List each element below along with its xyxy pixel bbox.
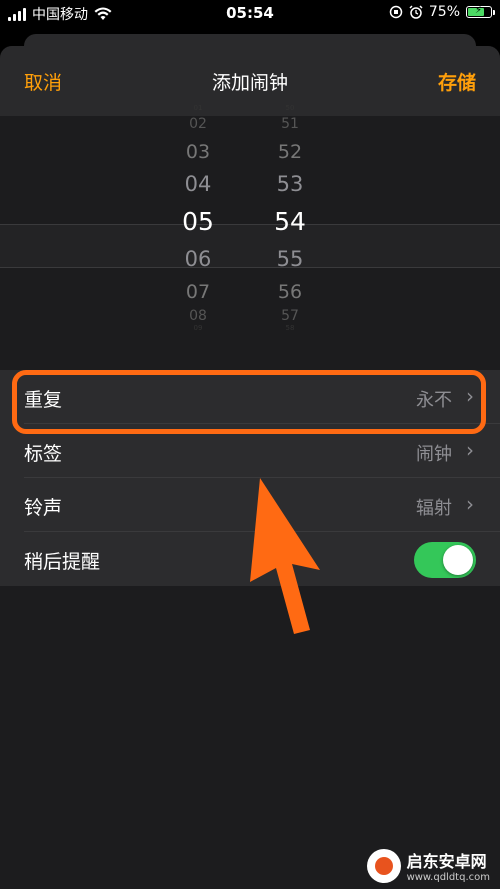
chevron-right-icon: › <box>466 492 474 516</box>
sound-label: 铃声 <box>24 497 63 519</box>
arrow-annotation-icon <box>250 478 320 634</box>
highlight-box <box>12 370 486 434</box>
watermark-name: 启东安卓网 <box>406 852 487 871</box>
hour-option[interactable]: 05 <box>158 207 238 236</box>
watermark: 启东安卓网 www.qdldtq.com <box>366 848 490 883</box>
minute-option[interactable]: 58 <box>250 324 330 332</box>
snooze-toggle[interactable] <box>414 542 476 578</box>
hour-option[interactable]: 03 <box>158 141 238 163</box>
minute-option[interactable]: 52 <box>250 141 330 163</box>
chevron-right-icon: › <box>466 438 474 462</box>
minute-option[interactable]: 57 <box>250 308 330 324</box>
time-picker[interactable]: 01 02 03 04 05 06 07 08 09 50 51 52 53 54 55 56 57 58 <box>0 104 500 350</box>
save-button[interactable]: 存储 <box>438 68 476 95</box>
sound-value: 辐射 <box>416 498 452 519</box>
orientation-lock-icon <box>389 5 403 19</box>
label-label: 标签 <box>24 443 63 465</box>
watermark-url: www.qdldtq.com <box>406 872 490 883</box>
hour-option[interactable]: 02 <box>158 116 238 132</box>
watermark-logo-icon <box>366 848 401 883</box>
minute-option[interactable]: 50 <box>250 104 330 112</box>
minute-option[interactable]: 53 <box>250 172 330 196</box>
battery-percent: 75% <box>428 4 460 20</box>
page-title: 添加闹钟 <box>211 72 288 94</box>
minute-option[interactable]: 55 <box>250 247 330 271</box>
minute-option[interactable]: 54 <box>250 207 330 236</box>
alarm-icon <box>409 5 423 19</box>
toggle-knob <box>443 545 473 575</box>
hour-option[interactable]: 09 <box>158 324 238 332</box>
label-value: 闹钟 <box>416 444 452 465</box>
hour-option[interactable]: 04 <box>158 172 238 196</box>
hour-option[interactable]: 07 <box>158 281 238 303</box>
battery-icon: ⚡ <box>466 5 495 18</box>
status-bar: 中国移动 05:54 75% ⚡ <box>0 0 500 30</box>
add-alarm-sheet: 取消 添加闹钟 存储 01 02 03 04 05 06 07 08 09 50 51 52 53 54… <box>0 46 500 889</box>
hour-option[interactable]: 01 <box>158 104 238 112</box>
hour-option[interactable]: 06 <box>158 247 238 271</box>
snooze-label: 稍后提醒 <box>24 551 101 573</box>
minute-option[interactable]: 51 <box>250 116 330 132</box>
status-bar-right: 75% ⚡ <box>389 4 495 20</box>
hour-option[interactable]: 08 <box>158 308 238 324</box>
minute-option[interactable]: 56 <box>250 281 330 303</box>
